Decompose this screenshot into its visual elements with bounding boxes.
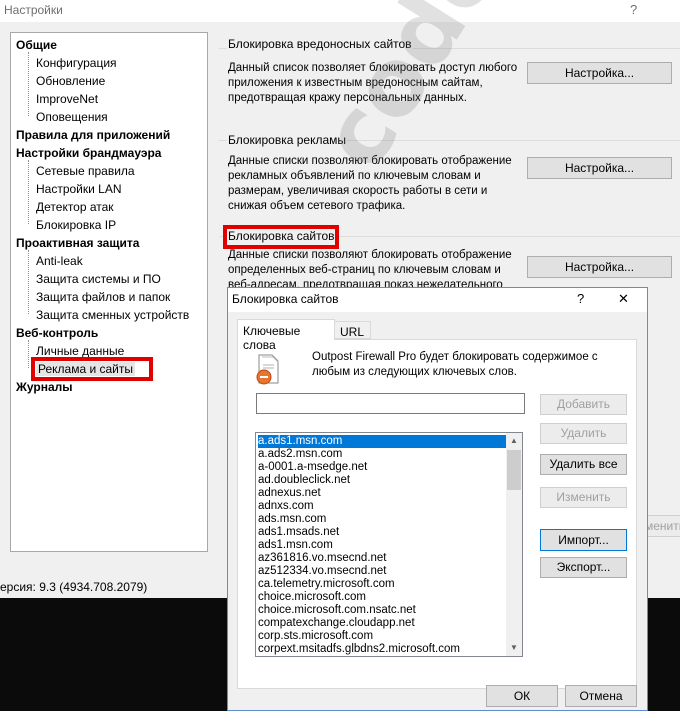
list-item[interactable]: compatexchange.cloudapp.net	[258, 617, 506, 630]
tree-item-web-control[interactable]: Веб-контроль	[16, 326, 98, 340]
list-item[interactable]: a.ads1.msn.com	[258, 435, 506, 448]
tree-item-anti-leak[interactable]: Anti-leak	[36, 254, 83, 268]
keyword-list[interactable]: a.ads1.msn.com a.ads2.msn.com a-0001.a-m…	[255, 432, 523, 657]
list-item[interactable]: az361816.vo.msecnd.net	[258, 552, 506, 565]
remove-button[interactable]: Удалить	[540, 423, 627, 444]
tree-item-lan-settings[interactable]: Настройки LAN	[36, 182, 122, 196]
tree-item-file-protection[interactable]: Защита файлов и папок	[36, 290, 170, 304]
edit-button[interactable]: Изменить	[540, 487, 627, 508]
tree-item-attack-detector[interactable]: Детектор атак	[36, 200, 114, 214]
version-text: ерсия: 9.3 (4934.708.2079)	[0, 580, 148, 594]
list-item[interactable]: ads1.msn.com	[258, 539, 506, 552]
sites-settings-button[interactable]: Настройка...	[527, 256, 672, 278]
sites-block-dialog: Блокировка сайтов ? ✕ Ключевые слова URL…	[227, 287, 648, 711]
list-item[interactable]: corpext.msitadfs.glbdns2.microsoft.com	[258, 643, 506, 656]
window-titlebar: Настройки ?	[0, 0, 680, 22]
background-desktop	[0, 598, 230, 711]
tab-keywords[interactable]: Ключевые слова	[237, 319, 335, 352]
settings-tree[interactable]: Общие Конфигурация Обновление ImproveNet…	[10, 32, 208, 552]
dialog-close-icon[interactable]: ✕	[618, 291, 629, 307]
tree-connector	[28, 250, 29, 314]
list-item[interactable]: ad.doubleclick.net	[258, 474, 506, 487]
remove-all-button[interactable]: Удалить все	[540, 454, 627, 475]
dialog-title: Блокировка сайтов	[232, 292, 339, 306]
highlight-box	[223, 225, 339, 249]
dialog-info-text: Outpost Firewall Pro будет блокировать с…	[312, 351, 598, 378]
group-ads-title: Блокировка рекламы	[227, 133, 348, 147]
dialog-help-icon[interactable]: ?	[577, 291, 584, 306]
tree-item-system-protection[interactable]: Защита системы и ПО	[36, 272, 161, 286]
list-item[interactable]: adnxs.com	[258, 500, 506, 513]
list-item[interactable]: ads1.msads.net	[258, 526, 506, 539]
list-item[interactable]: ads.msn.com	[258, 513, 506, 526]
scroll-thumb[interactable]	[507, 450, 521, 490]
scroll-up-icon[interactable]: ▲	[510, 436, 518, 445]
malicious-settings-button[interactable]: Настройка...	[527, 62, 672, 84]
tree-item-ip-blocking[interactable]: Блокировка IP	[36, 218, 116, 232]
list-item[interactable]: choice.microsoft.com	[258, 591, 506, 604]
group-ads-desc: Данные списки позволяют блокировать отоб…	[228, 155, 512, 212]
tree-item-firewall-settings[interactable]: Настройки брандмауэра	[16, 146, 161, 160]
cancel-button[interactable]: Отмена	[565, 685, 637, 707]
highlight-box	[31, 357, 153, 381]
list-item[interactable]: az512334.vo.msecnd.net	[258, 565, 506, 578]
import-button[interactable]: Импорт...	[540, 529, 627, 551]
tree-item-logs[interactable]: Журналы	[16, 380, 72, 394]
list-item[interactable]: a.ads2.msn.com	[258, 448, 506, 461]
export-button[interactable]: Экспорт...	[540, 557, 627, 578]
help-icon[interactable]: ?	[630, 2, 637, 17]
tree-item-update[interactable]: Обновление	[36, 74, 105, 88]
tree-connector	[28, 340, 29, 368]
list-scrollbar[interactable]: ▲ ▼	[506, 433, 522, 656]
keyword-input[interactable]	[256, 393, 525, 414]
scroll-down-icon[interactable]: ▼	[510, 643, 518, 652]
group-malicious-title: Блокировка вредоносных сайтов	[227, 37, 413, 51]
tree-connector	[28, 160, 29, 224]
tab-url[interactable]: URL	[334, 321, 371, 339]
tree-item-improvenet[interactable]: ImproveNet	[36, 92, 98, 106]
add-button[interactable]: Добавить	[540, 394, 627, 415]
tree-connector	[28, 52, 29, 116]
list-item[interactable]: adnexus.net	[258, 487, 506, 500]
tree-item-notifications[interactable]: Оповещения	[36, 110, 108, 124]
tree-item-general[interactable]: Общие	[16, 38, 57, 52]
tree-item-app-rules[interactable]: Правила для приложений	[16, 128, 170, 142]
list-item[interactable]: corp.sts.microsoft.com	[258, 630, 506, 643]
ads-settings-button[interactable]: Настройка...	[527, 157, 672, 179]
background-desktop	[648, 598, 680, 711]
tree-item-personal-data[interactable]: Личные данные	[36, 344, 124, 358]
group-sites-desc: Данные списки позволяют блокировать отоб…	[228, 249, 512, 288]
tree-item-removable-devices[interactable]: Защита сменных устройств	[36, 308, 189, 322]
ok-button[interactable]: ОК	[486, 685, 558, 707]
tree-item-configuration[interactable]: Конфигурация	[36, 56, 117, 70]
window-title: Настройки	[4, 3, 63, 17]
list-item[interactable]: ca.telemetry.microsoft.com	[258, 578, 506, 591]
tree-item-network-rules[interactable]: Сетевые правила	[36, 164, 135, 178]
list-item[interactable]: choice.microsoft.com.nsatc.net	[258, 604, 506, 617]
list-item[interactable]: a-0001.a-msedge.net	[258, 461, 506, 474]
tree-item-proactive[interactable]: Проактивная защита	[16, 236, 139, 250]
blocked-document-icon	[255, 353, 281, 387]
group-malicious-desc: Данный список позволяет блокировать дост…	[228, 62, 518, 104]
dialog-titlebar: Блокировка сайтов ? ✕	[228, 288, 647, 312]
